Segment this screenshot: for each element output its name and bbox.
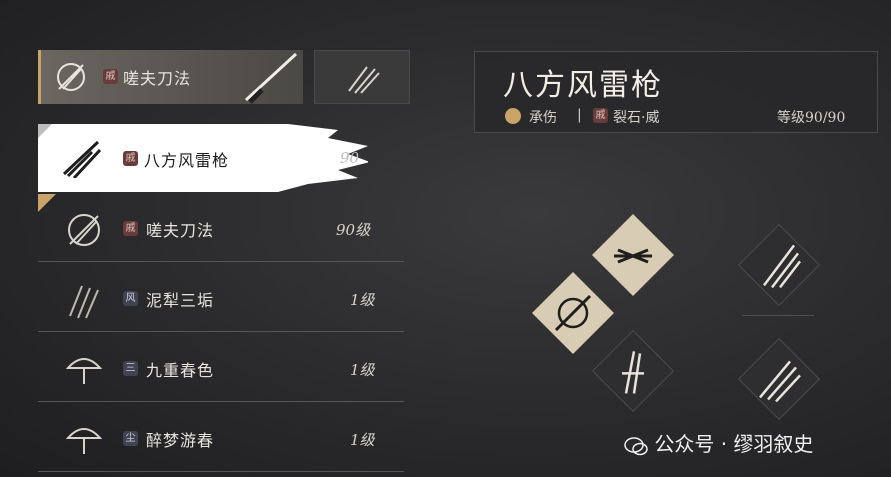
- list-item[interactable]: 风 泥犁三垢 1级: [38, 264, 404, 332]
- list-item-name: 泥犁三垢: [146, 291, 215, 310]
- weapon-level: 等级90/90: [777, 110, 846, 126]
- seal-badge: 戚: [123, 221, 138, 236]
- divider-line: [742, 315, 814, 316]
- skill-slot-1[interactable]: [591, 213, 675, 297]
- list-item-name: 醉梦游春: [146, 431, 215, 450]
- shield-icon: [505, 108, 521, 124]
- umbrella-icon: [65, 358, 103, 384]
- checkmark-icon: [38, 124, 52, 138]
- equipped-weapon-name: 嗟夫刀法: [123, 69, 192, 88]
- claw-icon: [348, 66, 380, 94]
- alternate-weapon-slot[interactable]: [314, 50, 410, 104]
- watermark: 公众号 · 缪羽叙史: [624, 428, 813, 457]
- skill-slot-3[interactable]: [591, 329, 675, 413]
- seal-badge: 风: [123, 291, 138, 306]
- divider: |: [577, 107, 582, 123]
- claw-icon: [69, 285, 99, 319]
- blade-icon: [57, 63, 85, 91]
- list-item-name: 八方风雷枪: [144, 151, 230, 170]
- list-item[interactable]: 戚 嗟夫刀法 90级: [38, 194, 404, 262]
- list-item[interactable]: 三 九重春色 1级: [38, 334, 404, 402]
- spear-icon: [614, 248, 652, 264]
- umbrella-icon: [65, 428, 103, 454]
- skill-slot-5[interactable]: [737, 337, 821, 421]
- list-item-selected[interactable]: 戚 八方风雷枪 90: [38, 124, 368, 192]
- watermark-dot: ·: [720, 432, 728, 456]
- list-item-level: 1级: [350, 361, 375, 379]
- checkmark-icon: [38, 194, 56, 212]
- list-item-level: 90级: [336, 221, 371, 239]
- claw-icon: [622, 351, 644, 394]
- claw-icon: [759, 360, 801, 403]
- equipped-weapon-slot[interactable]: 戚 嗟夫刀法: [38, 50, 303, 104]
- saber-image: [244, 52, 298, 104]
- spear-icon: [763, 244, 801, 289]
- skill-slot-4[interactable]: [737, 223, 821, 307]
- list-item-level: 1级: [350, 291, 375, 309]
- weapon-detail-panel: 八方风雷枪 承伤 | 戚 裂石·威 等级90/90: [474, 51, 878, 133]
- weapon-set: 裂石·威: [613, 110, 660, 126]
- watermark-name: 缪羽叙史: [733, 432, 814, 456]
- spear-icon: [62, 140, 102, 178]
- seal-badge: 戚: [103, 69, 118, 84]
- list-item[interactable]: 尘 醉梦游春 1级: [38, 404, 404, 472]
- list-item-name: 嗟夫刀法: [146, 221, 215, 240]
- blade-icon: [68, 214, 100, 246]
- watermark-prefix: 公众号: [654, 432, 715, 456]
- seal-badge: 戚: [123, 151, 138, 166]
- skill-slot-2[interactable]: [531, 271, 615, 355]
- list-item-level: 90: [340, 149, 360, 167]
- seal-badge: 三: [123, 361, 138, 376]
- seal-badge: 尘: [123, 431, 138, 446]
- list-item-name: 九重春色: [146, 361, 215, 380]
- list-item-level: 1级: [350, 431, 375, 449]
- seal-badge: 戚: [593, 108, 608, 123]
- wechat-icon: [624, 436, 648, 455]
- weapon-role: 承伤: [529, 110, 557, 126]
- blade-icon: [554, 294, 592, 332]
- weapon-title: 八方风雷枪: [503, 68, 663, 103]
